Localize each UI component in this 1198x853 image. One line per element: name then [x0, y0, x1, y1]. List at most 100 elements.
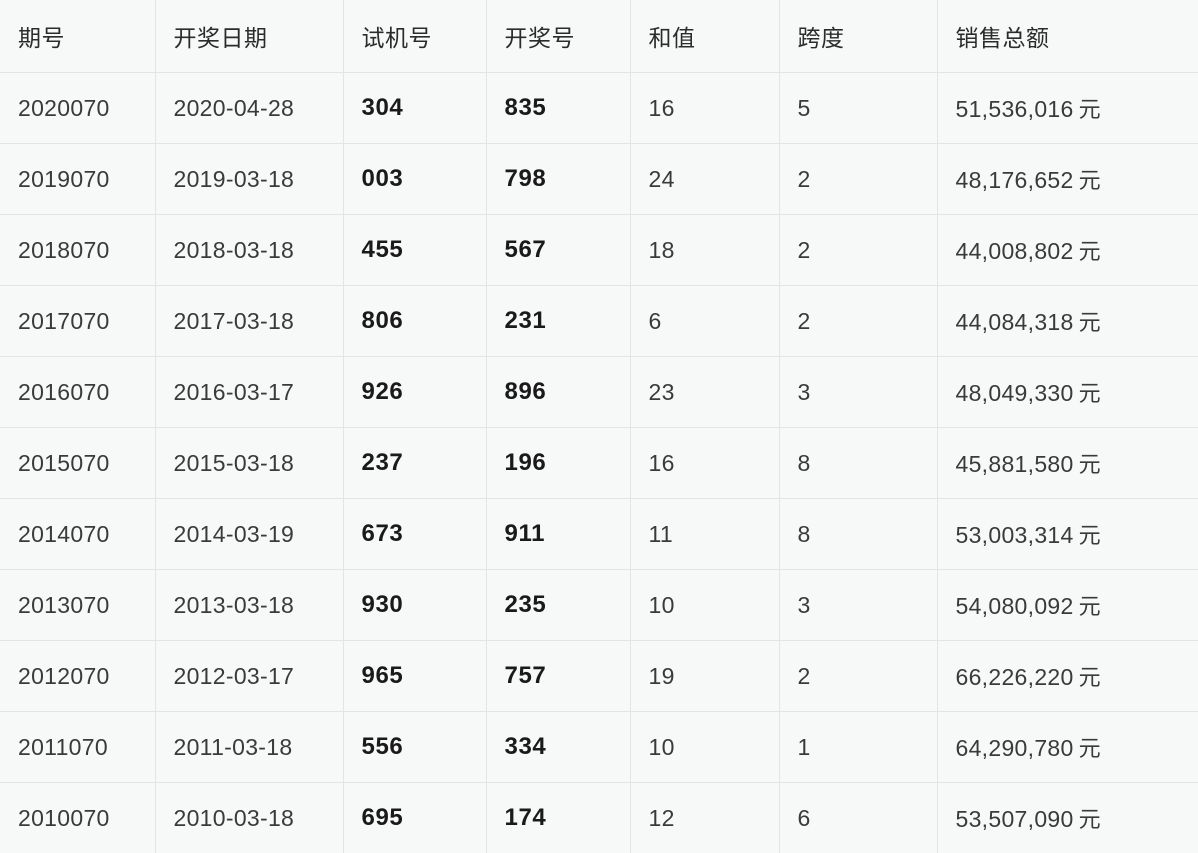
cell-total-sales: 53,003,314元 — [937, 499, 1198, 570]
cell-draw-number: 334 — [486, 712, 630, 783]
cell-total-sales: 48,176,652元 — [937, 144, 1198, 215]
cell-test-number: 926 — [343, 357, 486, 428]
cell-span: 1 — [779, 712, 937, 783]
column-header-sum-value: 和值 — [630, 0, 779, 73]
cell-draw-date: 2014-03-19 — [155, 499, 343, 570]
cell-span: 8 — [779, 499, 937, 570]
cell-draw-date: 2017-03-18 — [155, 286, 343, 357]
cell-test-number: 930 — [343, 570, 486, 641]
lottery-results-table: 期号 开奖日期 试机号 开奖号 和值 跨度 销售总额 20200702020-0… — [0, 0, 1198, 853]
cell-test-number: 455 — [343, 215, 486, 286]
sales-amount: 45,881,580 — [956, 451, 1074, 477]
sales-amount: 53,003,314 — [956, 522, 1074, 548]
table-row[interactable]: 20130702013-03-1893023510354,080,092元 — [0, 570, 1198, 641]
table-row[interactable]: 20110702011-03-1855633410164,290,780元 — [0, 712, 1198, 783]
cell-total-sales: 48,049,330元 — [937, 357, 1198, 428]
cell-draw-date: 2010-03-18 — [155, 783, 343, 853]
cell-sum-value: 23 — [630, 357, 779, 428]
cell-span: 3 — [779, 357, 937, 428]
cell-total-sales: 51,536,016元 — [937, 73, 1198, 144]
cell-sum-value: 12 — [630, 783, 779, 853]
cell-total-sales: 44,084,318元 — [937, 286, 1198, 357]
cell-total-sales: 45,881,580元 — [937, 428, 1198, 499]
cell-draw-number: 174 — [486, 783, 630, 853]
table-row[interactable]: 20200702020-04-2830483516551,536,016元 — [0, 73, 1198, 144]
cell-draw-date: 2019-03-18 — [155, 144, 343, 215]
cell-test-number: 304 — [343, 73, 486, 144]
cell-span: 3 — [779, 570, 937, 641]
cell-draw-number: 835 — [486, 73, 630, 144]
cell-draw-number: 757 — [486, 641, 630, 712]
header-row: 期号 开奖日期 试机号 开奖号 和值 跨度 销售总额 — [0, 0, 1198, 73]
cell-draw-number: 798 — [486, 144, 630, 215]
cell-issue: 2013070 — [0, 570, 155, 641]
cell-issue: 2018070 — [0, 215, 155, 286]
table-row[interactable]: 20190702019-03-1800379824248,176,652元 — [0, 144, 1198, 215]
column-header-draw-date: 开奖日期 — [155, 0, 343, 73]
currency-suffix: 元 — [1079, 452, 1101, 477]
currency-suffix: 元 — [1079, 736, 1101, 761]
sales-amount: 48,049,330 — [956, 380, 1074, 406]
cell-draw-date: 2013-03-18 — [155, 570, 343, 641]
cell-issue: 2016070 — [0, 357, 155, 428]
table-row[interactable]: 20120702012-03-1796575719266,226,220元 — [0, 641, 1198, 712]
cell-span: 5 — [779, 73, 937, 144]
cell-draw-number: 235 — [486, 570, 630, 641]
currency-suffix: 元 — [1079, 665, 1101, 690]
table-row[interactable]: 20170702017-03-188062316244,084,318元 — [0, 286, 1198, 357]
currency-suffix: 元 — [1079, 381, 1101, 406]
cell-draw-number: 196 — [486, 428, 630, 499]
currency-suffix: 元 — [1079, 239, 1101, 264]
table-row[interactable]: 20180702018-03-1845556718244,008,802元 — [0, 215, 1198, 286]
cell-issue: 2019070 — [0, 144, 155, 215]
cell-span: 2 — [779, 641, 937, 712]
currency-suffix: 元 — [1079, 807, 1101, 832]
table-row[interactable]: 20140702014-03-1967391111853,003,314元 — [0, 499, 1198, 570]
cell-issue: 2017070 — [0, 286, 155, 357]
cell-issue: 2020070 — [0, 73, 155, 144]
cell-test-number: 695 — [343, 783, 486, 853]
currency-suffix: 元 — [1079, 97, 1101, 122]
cell-test-number: 806 — [343, 286, 486, 357]
column-header-issue: 期号 — [0, 0, 155, 73]
column-header-total-sales: 销售总额 — [937, 0, 1198, 73]
sales-amount: 44,084,318 — [956, 309, 1074, 335]
table-body: 20200702020-04-2830483516551,536,016元201… — [0, 73, 1198, 853]
cell-draw-date: 2015-03-18 — [155, 428, 343, 499]
table-row[interactable]: 20150702015-03-1823719616845,881,580元 — [0, 428, 1198, 499]
cell-total-sales: 66,226,220元 — [937, 641, 1198, 712]
column-header-test-number: 试机号 — [343, 0, 486, 73]
table-row[interactable]: 20160702016-03-1792689623348,049,330元 — [0, 357, 1198, 428]
cell-test-number: 965 — [343, 641, 486, 712]
cell-total-sales: 64,290,780元 — [937, 712, 1198, 783]
sales-amount: 48,176,652 — [956, 167, 1074, 193]
cell-span: 2 — [779, 215, 937, 286]
sales-amount: 54,080,092 — [956, 593, 1074, 619]
cell-issue: 2010070 — [0, 783, 155, 853]
cell-issue: 2014070 — [0, 499, 155, 570]
sales-amount: 51,536,016 — [956, 96, 1074, 122]
cell-total-sales: 44,008,802元 — [937, 215, 1198, 286]
cell-sum-value: 16 — [630, 73, 779, 144]
cell-test-number: 237 — [343, 428, 486, 499]
cell-span: 2 — [779, 286, 937, 357]
cell-total-sales: 53,507,090元 — [937, 783, 1198, 853]
sales-amount: 66,226,220 — [956, 664, 1074, 690]
cell-test-number: 556 — [343, 712, 486, 783]
column-header-span: 跨度 — [779, 0, 937, 73]
cell-draw-number: 567 — [486, 215, 630, 286]
cell-issue: 2011070 — [0, 712, 155, 783]
sales-amount: 64,290,780 — [956, 735, 1074, 761]
cell-sum-value: 11 — [630, 499, 779, 570]
currency-suffix: 元 — [1079, 594, 1101, 619]
table-row[interactable]: 20100702010-03-1869517412653,507,090元 — [0, 783, 1198, 853]
cell-issue: 2012070 — [0, 641, 155, 712]
cell-span: 6 — [779, 783, 937, 853]
cell-draw-date: 2020-04-28 — [155, 73, 343, 144]
cell-total-sales: 54,080,092元 — [937, 570, 1198, 641]
cell-draw-number: 911 — [486, 499, 630, 570]
sales-amount: 44,008,802 — [956, 238, 1074, 264]
table-header: 期号 开奖日期 试机号 开奖号 和值 跨度 销售总额 — [0, 0, 1198, 73]
cell-test-number: 003 — [343, 144, 486, 215]
cell-sum-value: 10 — [630, 712, 779, 783]
